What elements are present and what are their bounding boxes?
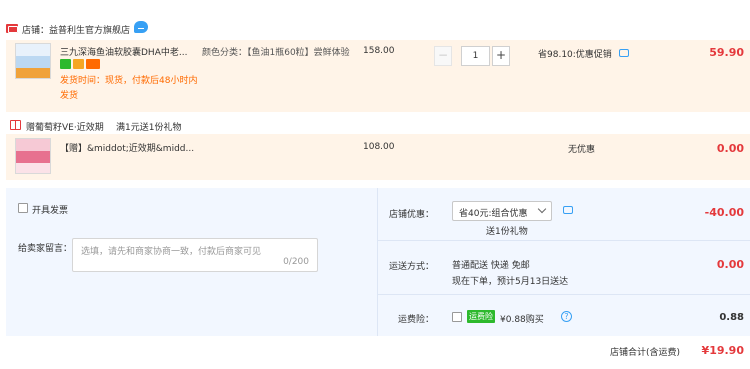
insurance-label: 运费险：	[397, 315, 434, 325]
quantity-input[interactable]: 1	[461, 46, 490, 66]
coupon-select[interactable]: 省40元:组合优惠	[452, 201, 552, 221]
promo-detail-icon[interactable]	[619, 49, 629, 57]
promo-info: 无优惠	[568, 145, 596, 155]
help-icon[interactable]: ?	[561, 311, 572, 322]
promo-info: 省98.10:优惠促销	[538, 50, 612, 60]
unit-price: 158.00	[363, 46, 395, 56]
divider	[378, 240, 750, 241]
insurance-badge: 运费险	[467, 310, 495, 323]
guarantee-icon	[60, 59, 71, 69]
seller-message-input[interactable]: 选填，请先和商家协商一致，付款后商家可见 0/200	[72, 238, 318, 272]
shipping-time-note: 发货时间：现货，付款后48小时内发货	[60, 76, 198, 101]
product-title[interactable]: 【赠】&middot;近效期&midd...	[60, 141, 194, 154]
message-label: 给卖家留言：	[18, 244, 73, 254]
coupon-label: 店铺优惠：	[388, 210, 434, 220]
product-thumbnail[interactable]	[15, 43, 51, 79]
increase-quantity-button[interactable]: +	[492, 46, 510, 66]
product-sku: 颜色分类：【鱼油1瓶60粒】尝鲜体验	[202, 48, 350, 58]
shop-header: 店铺：益普利生官方旗舰店	[0, 20, 750, 40]
shipping-amount: 0.00	[716, 258, 744, 271]
item-subtotal: 0.00	[716, 142, 744, 155]
shop-name[interactable]: 店铺：益普利生官方旗舰店	[22, 23, 130, 36]
chevron-down-icon	[537, 204, 547, 214]
chat-seller-icon[interactable]	[134, 21, 148, 33]
insurance-price-text: ¥0.88购买	[500, 315, 544, 325]
card-icon	[86, 59, 100, 69]
insurance-amount: 0.88	[719, 312, 744, 323]
coupon-amount: -40.00	[704, 206, 744, 219]
gift-icon	[10, 120, 21, 130]
invoice-label: 开具发票	[32, 206, 69, 216]
item-subtotal: 59.90	[709, 46, 744, 59]
shop-icon	[6, 24, 18, 33]
coupon-detail-icon[interactable]	[563, 206, 573, 214]
coupon-selected-value: 省40元:组合优惠	[459, 209, 528, 219]
product-title[interactable]: 三九深海鱼油软胶囊DHA中老...	[60, 45, 187, 58]
unit-price: 108.00	[363, 142, 395, 152]
shipping-label: 运送方式：	[388, 262, 434, 272]
decrease-quantity-button[interactable]: −	[434, 46, 452, 66]
cart-item: 三九深海鱼油软胶囊DHA中老... 发货时间：现货，付款后48小时内发货 颜色分…	[6, 40, 750, 112]
shop-total-label: 店铺合计(含运费)	[610, 348, 681, 358]
divider	[378, 294, 750, 295]
message-placeholder: 选填，请先和商家协商一致，付款后商家可见	[81, 247, 262, 257]
shop-total-amount: ¥19.90	[701, 344, 744, 357]
coupon-gift-note: 送1份礼物	[486, 227, 528, 237]
message-char-counter: 0/200	[283, 257, 309, 267]
service-tags	[60, 59, 102, 70]
insurance-checkbox[interactable]	[452, 312, 462, 322]
cart-item: 【赠】&middot;近效期&midd... 108.00 无优惠 0.00	[6, 134, 750, 180]
invoice-checkbox[interactable]	[18, 203, 28, 213]
shipping-eta: 现在下单，预计5月13日送达	[452, 277, 569, 287]
product-thumbnail[interactable]	[15, 138, 51, 174]
gift-title: 赠葡萄籽VE·近效期	[26, 123, 104, 133]
shield-icon	[73, 59, 84, 69]
shipping-method: 普通配送 快递 免邮	[452, 261, 530, 271]
gift-rule: 满1元送1份礼物	[116, 123, 182, 133]
